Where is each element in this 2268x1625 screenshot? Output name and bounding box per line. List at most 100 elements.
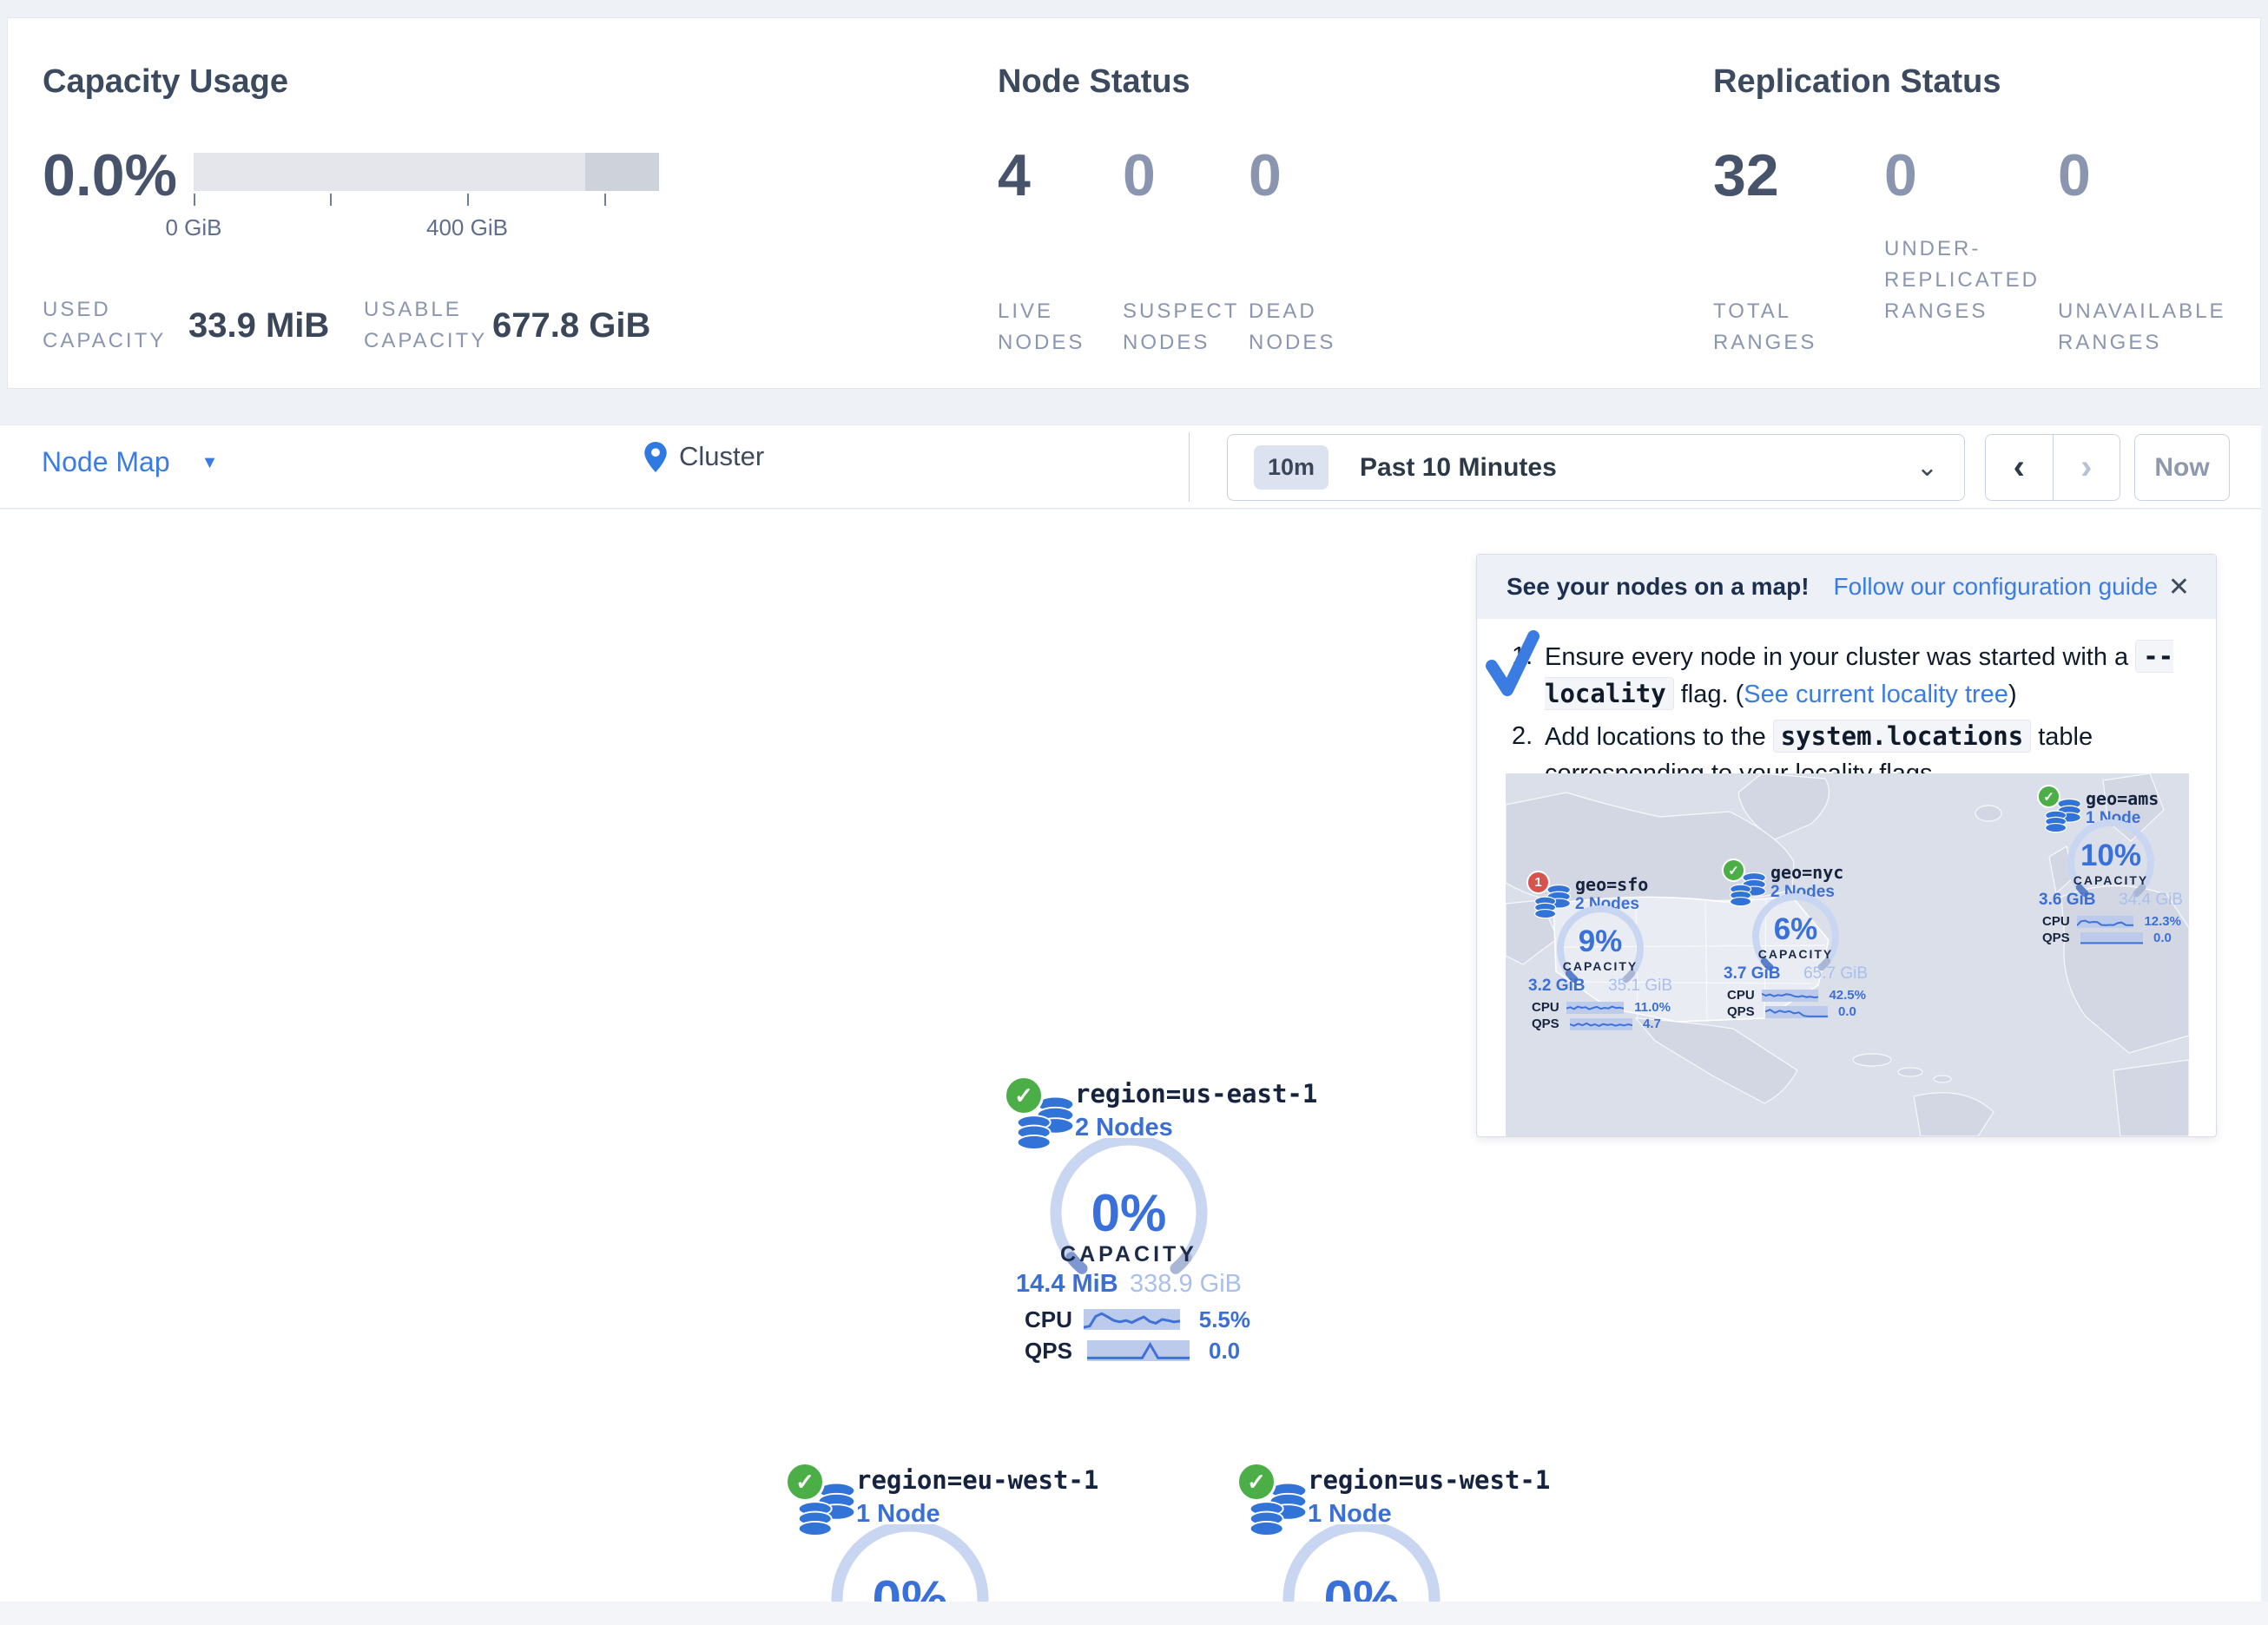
popup-header: See your nodes on a map! Follow our conf… bbox=[1477, 555, 2216, 619]
qps-value: 0.0 bbox=[2153, 931, 2172, 945]
now-button[interactable]: Now bbox=[2134, 434, 2230, 501]
capacity-caption: CAPACITY bbox=[1722, 947, 1869, 961]
cpu-sparkline bbox=[1762, 990, 1818, 1002]
usable-capacity-value: 677.8 GiB bbox=[492, 306, 650, 345]
locality-card-us-east-1[interactable]: ✓ region=us-east-1 2 Nodes 0% CAPACITY 1… bbox=[999, 1072, 1259, 1359]
cpu-label: CPU bbox=[1532, 1000, 1566, 1015]
capacity-percent: 0% bbox=[999, 1183, 1259, 1243]
step-text-part: ) bbox=[2008, 681, 2017, 708]
qps-value: 4.7 bbox=[1643, 1016, 1661, 1031]
capacity-usage-title: Capacity Usage bbox=[43, 63, 288, 101]
qps-row: QPS 0.0 bbox=[1025, 1339, 1250, 1362]
capacity-used: 14.4 MiB bbox=[1016, 1270, 1118, 1299]
healthy-check-icon: ✓ bbox=[1004, 1076, 1044, 1115]
locality-tree-link[interactable]: See current locality tree bbox=[1744, 681, 2008, 708]
qps-label: QPS bbox=[1727, 1004, 1765, 1019]
page-gutter bbox=[2261, 0, 2268, 1602]
cpu-value: 5.5% bbox=[1199, 1306, 1250, 1333]
locality-name: geo=sfo bbox=[1575, 874, 1648, 895]
chevron-down-icon: ⌄ bbox=[1916, 452, 1938, 483]
capacity-total: 35.1 GiB bbox=[1608, 977, 1672, 996]
configuration-guide-link[interactable]: Follow our configuration guide bbox=[1834, 573, 2159, 601]
cpu-row: CPU 5.5% bbox=[1025, 1308, 1250, 1331]
cpu-label: CPU bbox=[1727, 988, 1762, 1003]
healthy-check-icon: ✓ bbox=[1236, 1462, 1276, 1502]
time-pager: ‹ › bbox=[1985, 434, 2120, 501]
capacity-total: 338.9 GiB bbox=[1130, 1270, 1242, 1299]
step-text-part: flag. ( bbox=[1674, 681, 1744, 708]
node-status-title: Node Status bbox=[998, 63, 1190, 101]
cpu-value: 11.0% bbox=[1634, 1000, 1671, 1015]
view-selector-node-map[interactable]: Node Map ▼ bbox=[42, 446, 218, 478]
unavailable-ranges-value: 0 bbox=[2058, 141, 2091, 209]
capacity-total: 34.4 GiB bbox=[2119, 891, 2183, 910]
nodes-on-map-popup: See your nodes on a map! Follow our conf… bbox=[1476, 554, 2217, 1137]
capacity-usage-percent: 0.0% bbox=[43, 141, 177, 209]
qps-row: QPS 0.0 bbox=[2042, 931, 2181, 944]
suspect-nodes-label: SUSPECT NODES bbox=[1123, 296, 1240, 359]
view-selector-label: Node Map bbox=[42, 446, 170, 477]
capacity-axis-tick bbox=[330, 194, 332, 206]
usable-capacity-label: USABLE CAPACITY bbox=[364, 294, 511, 357]
toolbar-divider bbox=[1189, 432, 1190, 502]
step-text-part: Add locations to the bbox=[1545, 723, 1773, 751]
capacity-used: 3.2 GiB bbox=[1528, 977, 1585, 996]
capacity-total: 65.7 GiB bbox=[1803, 964, 1868, 984]
qps-label: QPS bbox=[2042, 931, 2080, 945]
cpu-value: 42.5% bbox=[1829, 988, 1866, 1003]
capacity-percent: 9% bbox=[1526, 924, 1674, 959]
under-replicated-ranges-label: UNDER-REPLICATED RANGES bbox=[1884, 234, 2041, 327]
capacity-percent: 6% bbox=[1722, 912, 1869, 947]
cpu-sparkline bbox=[2077, 916, 2133, 928]
locality-card-eu-west-1[interactable]: ✓ region=eu-west-1 1 Node 0% CAPACITY 9.… bbox=[780, 1458, 1040, 1625]
popup-step-1: 1. Ensure every node in your cluster was… bbox=[1512, 638, 2180, 713]
map-node-sfo: 1 geo=sfo 2 Nodes 9% CAPACITY 3.2 GiB 35… bbox=[1526, 871, 1674, 1036]
system-locations-code: system.locations bbox=[1773, 720, 2031, 753]
capacity-bar bbox=[194, 153, 659, 191]
unavailable-ranges-label: UNAVAILABLE RANGES bbox=[2058, 296, 2232, 359]
cpu-row: CPU 11.0% bbox=[1532, 1001, 1671, 1014]
live-nodes-label: LIVE NODES bbox=[998, 296, 1111, 359]
time-range-label: Past 10 Minutes bbox=[1360, 453, 1557, 483]
locality-name: region=eu-west-1 bbox=[856, 1465, 1098, 1495]
capacity-percent: 10% bbox=[2037, 839, 2185, 873]
capacity-caption: CAPACITY bbox=[1526, 959, 1674, 973]
breadcrumb-label: Cluster bbox=[679, 441, 764, 472]
under-replicated-ranges-value: 0 bbox=[1884, 141, 1917, 209]
dead-nodes-label: DEAD NODES bbox=[1249, 296, 1361, 359]
live-nodes-value: 4 bbox=[998, 141, 1031, 209]
qps-value: 0.0 bbox=[1209, 1338, 1240, 1365]
map-node-nyc: ✓ geo=nyc 2 Nodes 6% CAPACITY 3.7 GiB 65… bbox=[1722, 859, 1869, 1023]
time-back-button[interactable]: ‹ bbox=[1986, 435, 2054, 500]
node-map-page: Capacity Usage 0.0% 0 GiB 400 GiB USED C… bbox=[0, 0, 2268, 1625]
healthy-check-icon: ✓ bbox=[1722, 859, 1745, 882]
capacity-bar-segment bbox=[585, 153, 659, 191]
close-icon[interactable]: ✕ bbox=[2168, 572, 2190, 602]
cpu-row: CPU 42.5% bbox=[1727, 989, 1866, 1002]
locality-name: geo=ams bbox=[2086, 788, 2159, 809]
dead-nodes-value: 0 bbox=[1249, 141, 1282, 209]
qps-value: 0.0 bbox=[1838, 1004, 1856, 1019]
total-ranges-value: 32 bbox=[1713, 141, 1779, 209]
time-range-badge: 10m bbox=[1254, 445, 1328, 490]
cpu-value: 12.3% bbox=[2144, 914, 2181, 929]
qps-sparkline bbox=[1570, 1018, 1632, 1030]
qps-row: QPS 4.7 bbox=[1532, 1017, 1671, 1030]
locality-name: geo=nyc bbox=[1770, 862, 1843, 883]
step-text: Ensure every node in your cluster was st… bbox=[1545, 638, 2180, 713]
time-forward-button[interactable]: › bbox=[2054, 435, 2120, 500]
used-capacity-label: USED CAPACITY bbox=[43, 294, 181, 357]
breadcrumb[interactable]: Cluster bbox=[644, 441, 764, 472]
capacity-axis-tick bbox=[604, 194, 606, 206]
capacity-used: 3.6 GiB bbox=[2039, 891, 2095, 910]
capacity-axis-label-min: 0 GiB bbox=[124, 214, 263, 241]
capacity-axis-label-mid: 400 GiB bbox=[398, 214, 537, 241]
cpu-sparkline bbox=[1566, 1002, 1624, 1014]
time-range-dropdown[interactable]: 10m Past 10 Minutes ⌄ bbox=[1227, 434, 1965, 501]
caret-down-icon: ▼ bbox=[201, 453, 219, 472]
used-capacity-value: 33.9 MiB bbox=[188, 306, 329, 345]
step-text-part: Ensure every node in your cluster was st… bbox=[1545, 643, 2135, 671]
map-node-ams: ✓ geo=ams 1 Node 10% CAPACITY 3.6 GiB 34… bbox=[2037, 785, 2185, 950]
replication-status-title: Replication Status bbox=[1713, 63, 2001, 101]
locality-card-us-west-1[interactable]: ✓ region=us-west-1 1 Node 0% CAPACITY 9.… bbox=[1231, 1458, 1492, 1625]
